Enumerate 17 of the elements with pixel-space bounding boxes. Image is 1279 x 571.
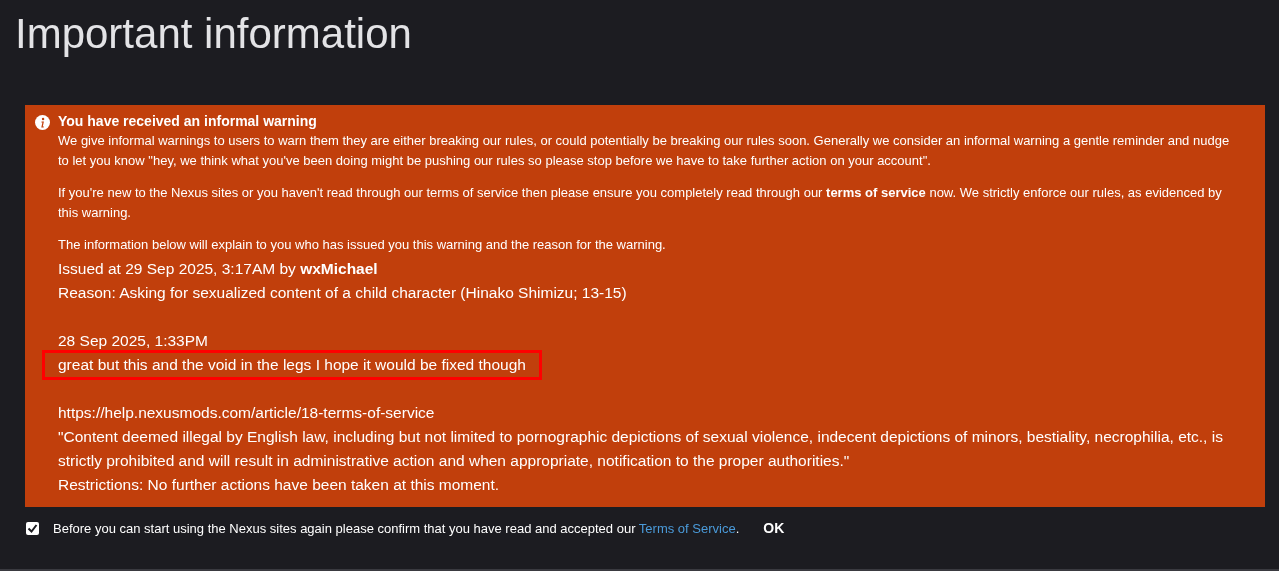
detail-text: 28 Sep 2025, 1:33PM	[58, 331, 208, 351]
warning-title: You have received an informal warning	[58, 112, 318, 131]
highlighted-text: great but this and the void in the legs I hope it would be fixed though	[45, 353, 539, 377]
page-title: Important information	[14, 9, 413, 59]
confirm-text: Before you can start using the Nexus sites again please confirm that you have read and accepted our Terms of Service.	[53, 520, 740, 536]
info-icon	[35, 115, 50, 130]
warning-paragraph: If you're new to the Nexus sites or you haven't read through our terms of service then please ensure you completely read through our terms of service now. We strictly enforce our rules, as evidenced by this warning.	[58, 184, 1223, 222]
detail-text: https://help.nexusmods.com/article/18-terms-of-service	[58, 403, 435, 423]
checkbox[interactable]	[26, 521, 39, 535]
detail-text: Restrictions: No further actions have been taken at this moment.	[58, 475, 500, 495]
ok-button[interactable]: OK	[753, 520, 785, 536]
detail-text: Reason: Asking for sexualized content of a child character (Hinako Shimizu; 13-15)	[58, 283, 627, 303]
detail-text: "Content deemed illegal by English law, including but not limited to pornographic depictions of sexual violence, indecent depictions of minors, bestiality, necrophilia, etc., is strictly prohibited and will result in administrative action and when appropriate, notification to the proper authorities."	[58, 427, 1224, 471]
warning-paragraph: We give informal warnings to users to warn them they are either breaking our rules, or could potentially be breaking our rules soon. Generally we consider an informal warning a gentle reminder and nudge to let you know "hey, we think what you've been doing might be pushing our rules so please stop before we have to take further action on your account".	[58, 132, 1231, 170]
warning-paragraph: The information below will explain to you who has issued you this warning and the reason for the warning.	[58, 236, 667, 254]
detail-text: Issued at 29 Sep 2025, 3:17AM by wxMichael	[58, 259, 378, 279]
terms-link[interactable]: Terms of Service	[638, 520, 736, 536]
